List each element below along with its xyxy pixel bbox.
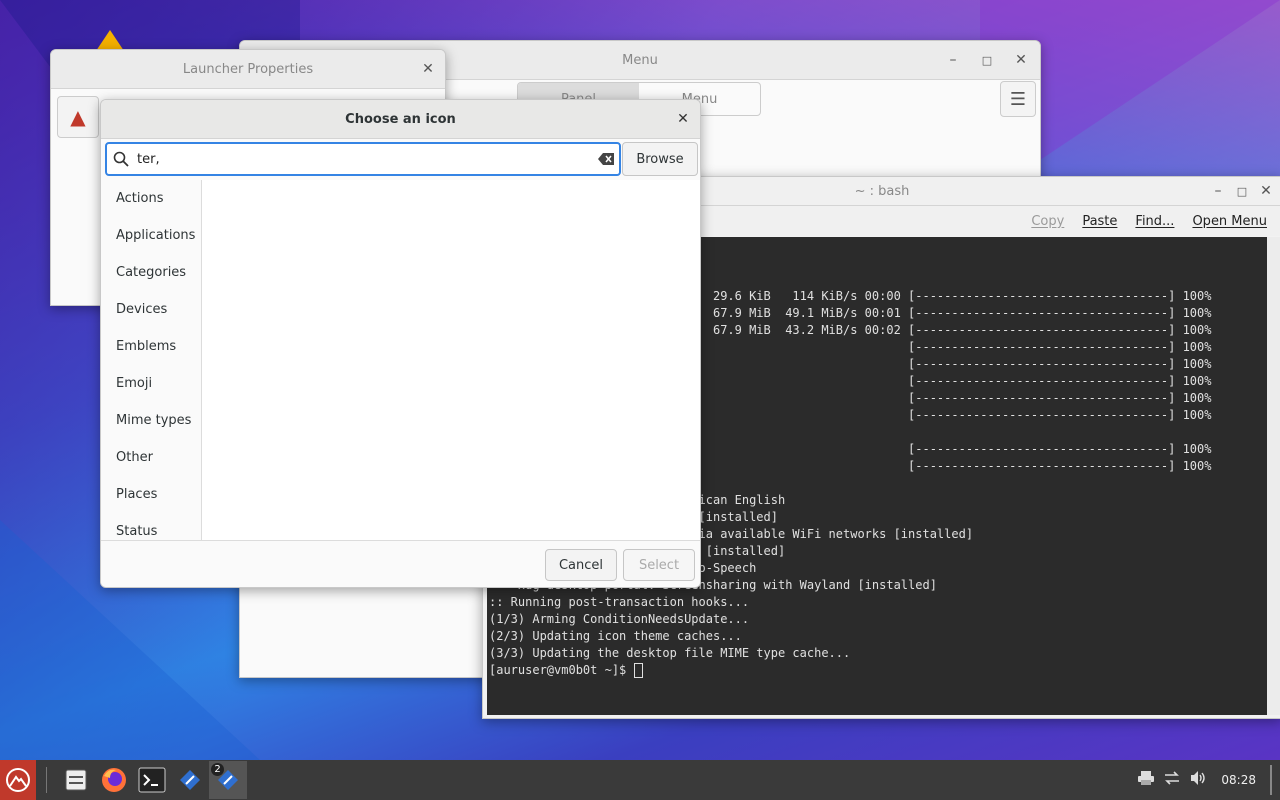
dialog-titlebar[interactable]: Choose an icon ✕ bbox=[101, 100, 700, 139]
taskbar-separator bbox=[46, 767, 47, 793]
close-icon[interactable]: ✕ bbox=[1010, 49, 1032, 71]
menu-window-title: Menu bbox=[622, 52, 658, 68]
printer-icon[interactable] bbox=[1137, 770, 1155, 790]
category-item[interactable]: Mime types bbox=[101, 402, 201, 439]
minimize-icon[interactable]: – bbox=[1207, 180, 1229, 202]
dialog-title: Choose an icon bbox=[345, 111, 456, 127]
terminal-cursor bbox=[633, 663, 643, 678]
browse-button[interactable]: Browse bbox=[622, 142, 698, 176]
volume-icon[interactable] bbox=[1189, 770, 1207, 790]
show-desktop-button[interactable] bbox=[1270, 765, 1272, 795]
taskbar: 2 08:28 bbox=[0, 760, 1280, 800]
desktop: Menu – □ ✕ Panel Menu ☰ Launcher Propert… bbox=[0, 0, 1280, 760]
copy-button[interactable]: Copy bbox=[1031, 214, 1064, 229]
rocket-icon[interactable]: ▲ bbox=[57, 96, 99, 138]
hamburger-icon[interactable]: ☰ bbox=[1000, 81, 1036, 117]
category-item[interactable]: Applications bbox=[101, 217, 201, 254]
close-icon[interactable]: ✕ bbox=[1255, 180, 1277, 202]
close-icon[interactable]: ✕ bbox=[417, 58, 439, 80]
file-manager-icon[interactable] bbox=[57, 761, 95, 799]
category-item[interactable]: Actions bbox=[101, 180, 201, 217]
start-menu-icon[interactable] bbox=[0, 760, 36, 800]
terminal-line: [auruser@vm0b0t ~]$ bbox=[489, 662, 1267, 679]
network-icon[interactable] bbox=[1163, 770, 1181, 790]
clock[interactable]: 08:28 bbox=[1221, 773, 1256, 787]
cancel-button[interactable]: Cancel bbox=[545, 549, 617, 581]
category-item[interactable]: Places bbox=[101, 476, 201, 513]
launcher-titlebar[interactable]: Launcher Properties ✕ bbox=[51, 50, 445, 89]
xed-icon[interactable] bbox=[171, 761, 209, 799]
maximize-icon[interactable]: □ bbox=[976, 49, 998, 71]
window-count-badge: 2 bbox=[211, 763, 224, 776]
terminal-icon[interactable] bbox=[133, 761, 171, 799]
maximize-icon[interactable]: □ bbox=[1231, 180, 1253, 202]
paste-button[interactable]: Paste bbox=[1082, 214, 1117, 229]
system-tray: 08:28 bbox=[1137, 760, 1280, 800]
category-item[interactable]: Other bbox=[101, 439, 201, 476]
select-button[interactable]: Select bbox=[623, 549, 695, 581]
search-icon bbox=[107, 151, 135, 167]
dialog-footer: Cancel Select bbox=[101, 540, 700, 587]
icon-search-input[interactable] bbox=[105, 142, 621, 176]
xed-icon-2[interactable]: 2 bbox=[209, 761, 247, 799]
terminal-title: ~ : bash bbox=[854, 183, 910, 199]
open-menu-button[interactable]: Open Menu bbox=[1192, 214, 1267, 229]
category-item[interactable]: Emoji bbox=[101, 365, 201, 402]
clear-icon[interactable] bbox=[593, 153, 619, 165]
terminal-scrollbar[interactable] bbox=[1267, 237, 1280, 715]
terminal-line: (3/3) Updating the desktop file MIME typ… bbox=[489, 646, 851, 660]
minimize-icon[interactable]: – bbox=[942, 49, 964, 71]
category-item[interactable]: Devices bbox=[101, 291, 201, 328]
close-icon[interactable]: ✕ bbox=[672, 108, 694, 130]
icon-grid[interactable] bbox=[202, 180, 700, 540]
firefox-icon[interactable] bbox=[95, 761, 133, 799]
find-button[interactable]: Find... bbox=[1135, 214, 1174, 229]
choose-icon-dialog: Choose an icon ✕ Browse ActionsApplicati… bbox=[100, 99, 701, 588]
terminal-line: :: Running post-transaction hooks... bbox=[489, 595, 750, 609]
search-text[interactable] bbox=[135, 150, 593, 168]
terminal-line: (2/3) Updating icon theme caches... bbox=[489, 629, 742, 643]
launcher-title: Launcher Properties bbox=[182, 61, 314, 77]
category-item[interactable]: Categories bbox=[101, 254, 201, 291]
category-item[interactable]: Emblems bbox=[101, 328, 201, 365]
terminal-line: (1/3) Arming ConditionNeedsUpdate... bbox=[489, 612, 750, 626]
category-list: Actions Applications Categories Devices Embl… bbox=[101, 180, 202, 540]
